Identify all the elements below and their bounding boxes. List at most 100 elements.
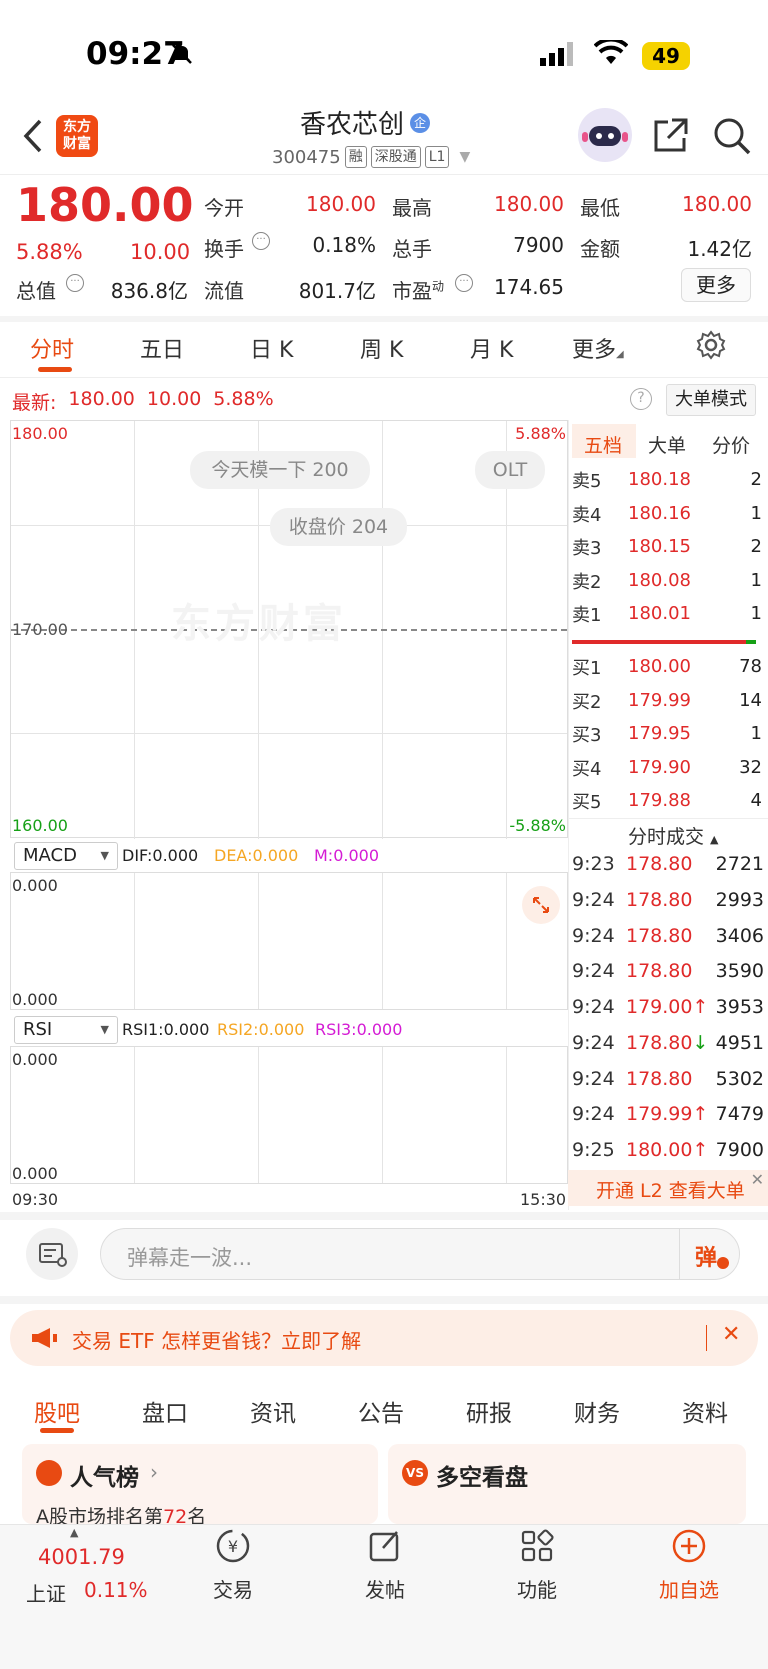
tag-connect: 深股通	[370, 146, 421, 168]
tab-daily-k[interactable]: 日 K	[250, 332, 293, 364]
volume-value: 7900	[513, 233, 564, 257]
stock-code-row[interactable]: 300475 融 深股通 L1 ▼	[272, 146, 470, 168]
rsi-axis-top: 0.000	[12, 1050, 58, 1069]
header-divider	[0, 174, 768, 175]
volume-label: 总手	[392, 237, 432, 261]
more-quote-button[interactable]: 更多	[681, 268, 751, 302]
signal-icon	[540, 42, 576, 70]
bull-bear-card[interactable]: VS 多空看盘	[388, 1444, 746, 1524]
back-icon[interactable]	[22, 118, 44, 158]
macd-selector[interactable]: MACD ▼	[14, 842, 118, 870]
rsi-selector[interactable]: RSI ▼	[14, 1016, 118, 1044]
popularity-card[interactable]: 人气榜 › A股市场排名第72名	[22, 1444, 378, 1528]
l2-promo-bar[interactable]: 开通 L2 查看大单 ✕	[568, 1170, 768, 1206]
tab-five-day[interactable]: 五日	[140, 332, 184, 364]
bull-bear-title: 多空看盘	[436, 1465, 528, 1491]
tag-margin: 融	[344, 146, 367, 168]
stock-name: 香农芯创	[300, 110, 405, 140]
trade-row: 9:24 178.80↓ 4951	[572, 1032, 764, 1054]
pct-axis-top: 5.88%	[515, 424, 566, 443]
edit-icon	[369, 1531, 399, 1562]
nav-features[interactable]: 功能	[492, 1526, 582, 1603]
float-cap-label: 流值	[204, 279, 244, 303]
ask-row: 卖3 180.15 2	[572, 536, 762, 559]
close-icon[interactable]: ✕	[722, 1322, 740, 1347]
high-label: 最高	[392, 196, 432, 220]
dropdown-corner-icon: ◢	[616, 349, 624, 360]
turnover-label: 换手	[204, 237, 244, 261]
macd-m: M:0.000	[314, 846, 379, 865]
tab-big-orders[interactable]: 大单	[648, 431, 686, 458]
trades-title[interactable]: 分时成交 ▲	[628, 822, 718, 849]
macd-dea: DEA:0.000	[214, 846, 299, 865]
tab-five-levels[interactable]: 五档	[584, 431, 622, 458]
time-start: 09:30	[12, 1190, 59, 1209]
danmaku-send-button[interactable]: 弹	[695, 1240, 717, 1272]
low-value: 180.00	[682, 192, 752, 216]
tab-profile[interactable]: 资料	[682, 1394, 728, 1428]
search-icon[interactable]	[712, 116, 752, 160]
high-value: 180.00	[494, 192, 564, 216]
bell-muted-icon	[170, 42, 194, 70]
y-axis-mid: 170.00	[12, 620, 68, 639]
danmaku-settings-icon[interactable]	[26, 1228, 78, 1280]
tab-intraday[interactable]: 分时	[30, 332, 74, 364]
tab-weekly-k[interactable]: 周 K	[360, 332, 403, 364]
bid-row: 买2 179.99 14	[572, 690, 762, 713]
info-dots-icon[interactable]: ···	[252, 232, 270, 250]
index-value[interactable]: 4001.79	[38, 1545, 125, 1569]
danmaku-input[interactable]: 弹幕走一波... 弹	[100, 1228, 740, 1280]
trade-row: 9:23 178.80 2721	[572, 853, 764, 875]
trade-row: 9:24 178.80 3406	[572, 925, 764, 947]
pe-value: 174.65	[494, 275, 564, 299]
chevron-down-icon: ▼	[459, 149, 471, 165]
tab-monthly-k[interactable]: 月 K	[470, 332, 513, 364]
nav-trade[interactable]: ¥ 交易	[188, 1526, 278, 1603]
trade-row: 9:24 178.80 3590	[572, 960, 764, 982]
nav-add-watchlist[interactable]: 加自选	[644, 1526, 734, 1603]
macd-dif: DIF:0.000	[122, 846, 199, 865]
help-icon[interactable]: ?	[630, 388, 652, 410]
trade-row: 9:24 178.80 2993	[572, 889, 764, 911]
macd-axis-bottom: 0.000	[12, 990, 58, 1009]
section-divider	[0, 1212, 768, 1220]
tab-forum[interactable]: 股吧	[34, 1394, 80, 1428]
rsi-axis-bottom: 0.000	[12, 1164, 58, 1183]
index-name[interactable]: 上证	[26, 1578, 66, 1607]
caret-down-icon: ▼	[100, 1023, 109, 1036]
nav-post[interactable]: 发帖	[340, 1526, 430, 1603]
l2-promo-text: 开通 L2 查看大单	[596, 1180, 745, 1202]
app-logo: 东方 财富	[56, 115, 98, 157]
settings-gear-icon[interactable]	[696, 330, 726, 364]
grid-apps-icon	[521, 1529, 554, 1562]
tab-price-dist[interactable]: 分价	[712, 431, 750, 458]
tab-more[interactable]: 更多◢	[572, 332, 624, 364]
market-cap-label: 总值	[16, 279, 56, 303]
float-cap-value: 801.7亿	[298, 279, 376, 303]
macd-axis-top: 0.000	[12, 876, 58, 895]
tab-financials[interactable]: 财务	[574, 1394, 620, 1428]
expand-icon[interactable]	[522, 886, 560, 924]
pct-axis-bottom: -5.88%	[509, 816, 566, 835]
current-price: 180.00	[16, 178, 194, 232]
tabs-divider	[0, 377, 768, 378]
share-icon[interactable]	[652, 116, 690, 158]
big-order-mode-button[interactable]: 大单模式	[666, 384, 756, 416]
danmaku-bubble: 收盘价 204	[270, 508, 407, 546]
assistant-robot-icon[interactable]	[578, 108, 632, 162]
popularity-icon	[36, 1460, 62, 1486]
close-icon[interactable]: ✕	[751, 1170, 764, 1189]
caret-up-icon: ▲	[710, 833, 719, 846]
pe-label: 市盈动	[392, 279, 445, 303]
tab-order-panel[interactable]: 盘口	[142, 1394, 188, 1428]
turnover-value: 0.18%	[312, 233, 376, 257]
vs-icon: VS	[402, 1460, 428, 1486]
y-axis-bottom: 160.00	[12, 816, 68, 835]
etf-promo-banner[interactable]: 交易 ETF 怎样更省钱？立即了解 ✕	[10, 1310, 758, 1366]
tab-announcements[interactable]: 公告	[358, 1394, 404, 1428]
tab-news[interactable]: 资讯	[250, 1394, 296, 1428]
svg-text:¥: ¥	[228, 1537, 238, 1556]
index-change[interactable]: 0.11%	[84, 1578, 148, 1602]
info-dots-icon[interactable]: ···	[66, 274, 84, 292]
tab-research[interactable]: 研报	[466, 1394, 512, 1428]
